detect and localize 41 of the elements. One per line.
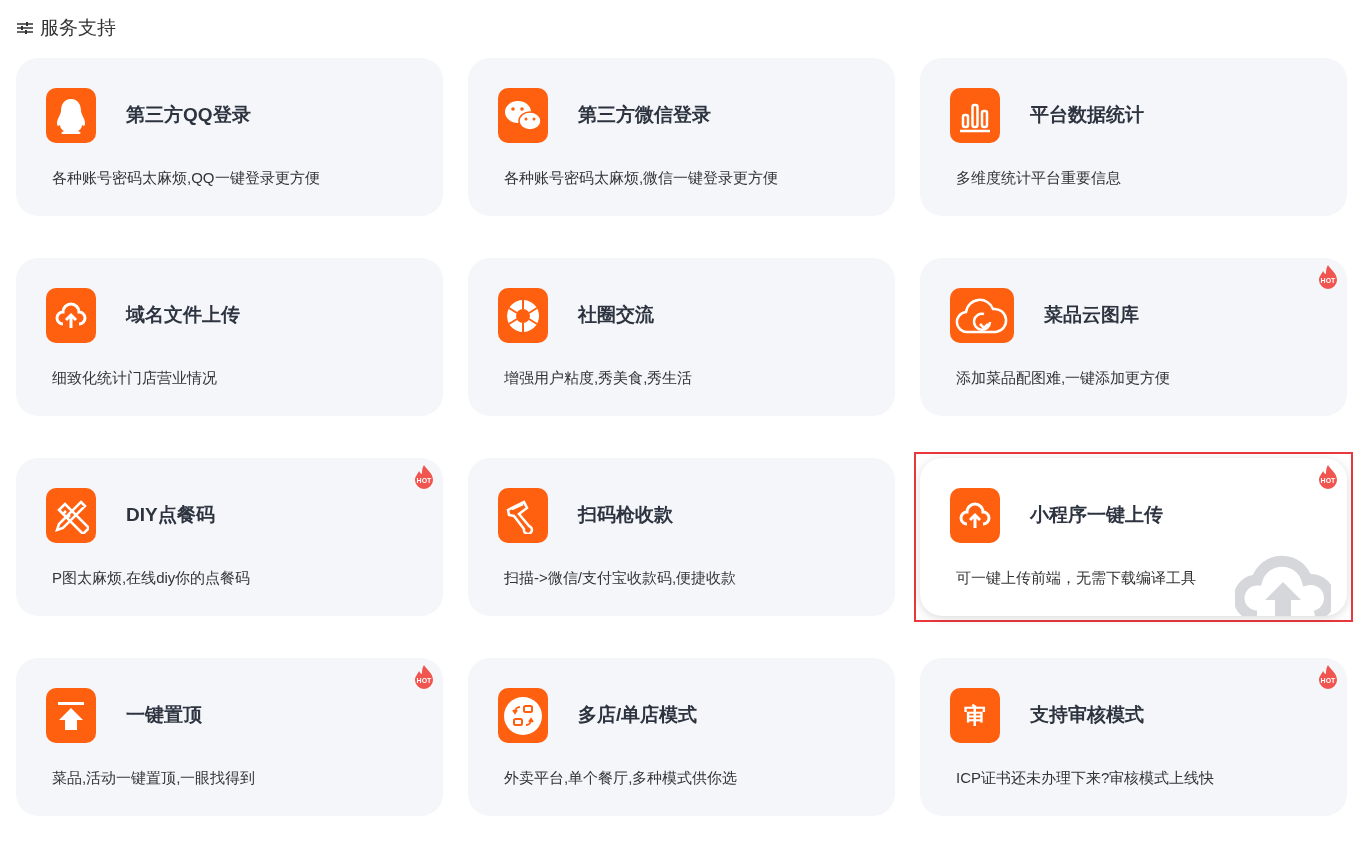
card-title: 一键置顶 <box>126 703 202 728</box>
aperture-icon <box>505 297 541 334</box>
service-card[interactable]: 平台数据统计 多维度统计平台重要信息 <box>920 58 1347 216</box>
audit-glyph: 审 <box>964 704 986 727</box>
card-description: 各种账号密码太麻烦,QQ一键登录更方便 <box>52 168 321 188</box>
card-title: 社圈交流 <box>578 303 654 328</box>
card-description: 菜品,活动一键置顶,一眼找得到 <box>52 768 257 788</box>
card-description: 外卖平台,单个餐厅,多种模式供你选 <box>504 768 739 788</box>
switch-store-icon <box>503 695 543 736</box>
card-description: 细致化统计门店营业情况 <box>52 368 218 388</box>
card-title: 域名文件上传 <box>126 303 240 328</box>
card-title: 平台数据统计 <box>1030 103 1144 128</box>
service-card[interactable]: 社圈交流 增强用户粘度,秀美食,秀生活 <box>468 258 895 416</box>
cloud-upload-icon <box>958 501 992 530</box>
card-title: 支持审核模式 <box>1030 703 1144 728</box>
cloud-upload-icon <box>54 301 88 330</box>
sliders-icon <box>16 21 34 35</box>
card-description: 多维度统计平台重要信息 <box>956 168 1122 188</box>
card-description: 增强用户粘度,秀美食,秀生活 <box>504 368 694 388</box>
card-description: 扫描->微信/支付宝收款码,便捷收款 <box>504 568 738 588</box>
card-title: 多店/单店模式 <box>578 703 698 728</box>
card-title: 扫码枪收款 <box>578 503 673 528</box>
card-description: 可一键上传前端，无需下载编译工具 <box>956 568 1197 588</box>
service-card[interactable]: 多店/单店模式 外卖平台,单个餐厅,多种模式供你选 <box>468 658 895 816</box>
section-title: 服务支持 <box>40 15 116 40</box>
card-description: P图太麻烦,在线diy你的点餐码 <box>52 568 252 588</box>
card-title: DIY点餐码 <box>126 503 215 528</box>
card-title: 小程序一键上传 <box>1030 503 1163 528</box>
service-card[interactable]: 第三方微信登录 各种账号密码太麻烦,微信一键登录更方便 <box>468 58 895 216</box>
card-title: 第三方QQ登录 <box>126 103 251 128</box>
card-description: 添加菜品配图难,一键添加更方便 <box>956 368 1172 388</box>
service-card[interactable]: 域名文件上传 细致化统计门店营业情况 <box>16 258 443 416</box>
service-card[interactable]: 扫码枪收款 扫描->微信/支付宝收款码,便捷收款 <box>468 458 895 616</box>
card-description: ICP证书还未办理下来?审核模式上线快 <box>956 768 1216 788</box>
service-card[interactable]: 第三方QQ登录 各种账号密码太麻烦,QQ一键登录更方便 <box>16 58 443 216</box>
arrow-to-top-icon <box>56 699 86 732</box>
penguin-icon <box>54 96 88 135</box>
card-title: 第三方微信登录 <box>578 103 711 128</box>
card-title: 菜品云图库 <box>1044 303 1139 328</box>
card-description: 各种账号密码太麻烦,微信一键登录更方便 <box>504 168 780 188</box>
cloud-upload-watermark-icon <box>1235 554 1331 616</box>
